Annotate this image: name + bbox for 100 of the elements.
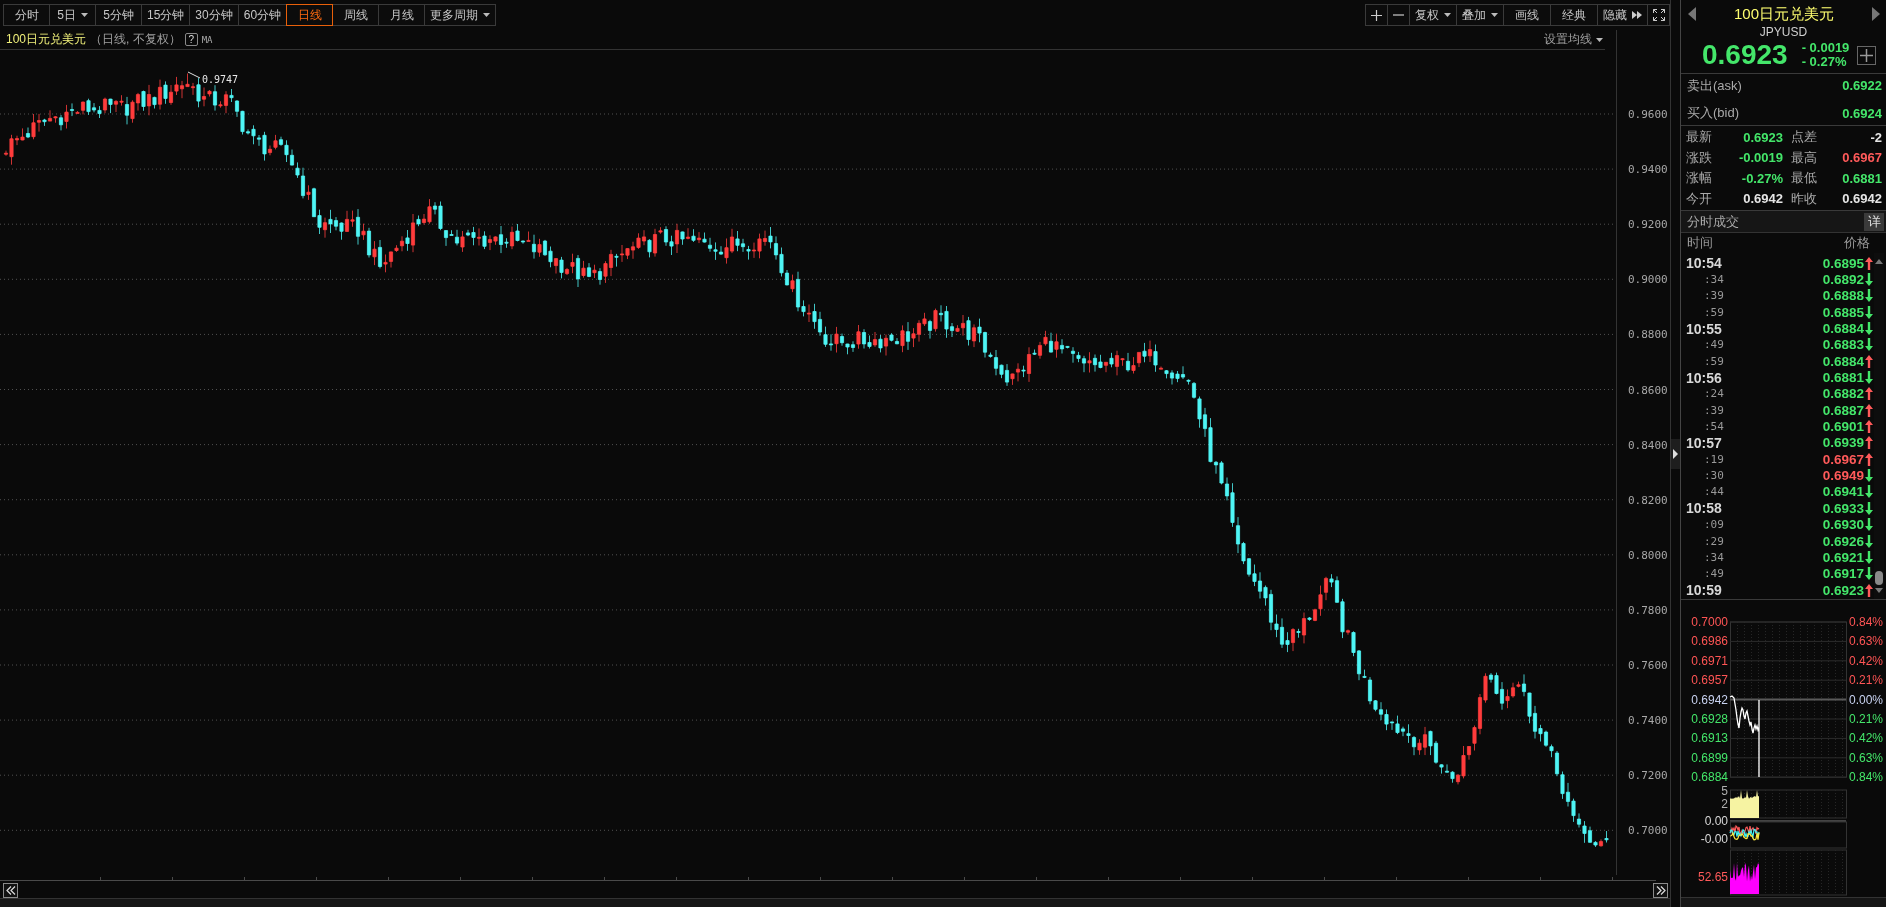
trade-time: :49	[1703, 338, 1724, 352]
zoom-in-button[interactable]	[1365, 4, 1388, 26]
y-axis-label: 0.7800	[1628, 603, 1668, 617]
trade-time: :29	[1703, 534, 1724, 548]
chart-title: 100日元兑美元	[6, 31, 87, 48]
quote-value: 0.6924	[1842, 105, 1882, 121]
y-axis-label: 0.9600	[1628, 108, 1668, 121]
percent-scale-label: 0.63%	[1849, 634, 1884, 649]
help-button[interactable]: ?	[184, 33, 198, 46]
volume-area	[1730, 790, 1759, 818]
stat-label: 最高	[1790, 148, 1818, 167]
stat-value: 0.6942	[1841, 191, 1882, 207]
price-scale-label: 0.6957	[1691, 673, 1728, 688]
percent-scale-label: 0.21%	[1849, 712, 1884, 726]
price-scale-label: 0.7000	[1691, 615, 1728, 629]
scroll-right-button[interactable]	[1653, 882, 1668, 898]
plus-icon	[1860, 48, 1874, 62]
trade-time: :44	[1703, 485, 1724, 499]
stat-label: 涨幅	[1686, 169, 1713, 188]
toolbar-button[interactable]: 画线	[1503, 4, 1551, 26]
trade-price: 0.6884	[1822, 353, 1864, 369]
period-tab[interactable]: 分时	[3, 4, 50, 26]
period-tab[interactable]: 月线	[378, 4, 426, 26]
caret-icon	[1491, 13, 1498, 17]
double-triangle-icon	[1632, 11, 1642, 19]
toolbar-button[interactable]: 经典	[1550, 4, 1598, 26]
fullscreen-button[interactable]	[1647, 4, 1670, 26]
stat-value: 0.6967	[1841, 150, 1882, 166]
period-tab[interactable]: 15分钟	[141, 4, 191, 26]
price-scale-label: 0.6899	[1691, 750, 1728, 765]
period-tab[interactable]: 60分钟	[237, 4, 288, 26]
trade-price: 0.6901	[1822, 419, 1864, 435]
hide-panel-button[interactable]: 隐藏	[1597, 4, 1648, 26]
previous-button[interactable]	[1688, 7, 1696, 21]
detail-button[interactable]: 详	[1864, 212, 1884, 231]
y-axis-label: 0.7000	[1628, 824, 1668, 838]
y-axis-label: 0.8200	[1628, 493, 1668, 507]
price-scale-label: 0.6986	[1691, 634, 1728, 649]
period-tab[interactable]: 30分钟	[189, 4, 239, 26]
y-axis-label: 0.7600	[1628, 659, 1668, 672]
trade-time: :59	[1703, 354, 1724, 368]
trade-time: :34	[1703, 550, 1724, 564]
stat-value: -0.27%	[1740, 170, 1783, 186]
trade-time: :34	[1703, 273, 1724, 286]
price-change: - 0.0019	[1801, 41, 1850, 55]
trade-price: 0.6933	[1822, 500, 1864, 516]
trade-time: :19	[1703, 452, 1724, 466]
caret-icon	[1444, 13, 1451, 17]
percent-scale-label: 0.84%	[1849, 770, 1884, 785]
toolbar-menu-button[interactable]: 复权	[1409, 4, 1457, 26]
next-button[interactable]	[1872, 7, 1880, 21]
indicator-scale-label: -0.00	[1700, 832, 1728, 846]
percent-change: - 0.27%	[1801, 55, 1848, 69]
trade-time: 10:56	[1685, 369, 1722, 386]
scrollbar-thumb[interactable]	[1875, 571, 1883, 585]
price-scale-label: 0.6971	[1691, 653, 1728, 668]
trade-price: 0.6926	[1822, 533, 1864, 549]
trade-time: :39	[1703, 403, 1724, 417]
trade-price: 0.6930	[1822, 517, 1864, 533]
panel-collapse-button[interactable]	[1671, 438, 1680, 469]
trade-time: 10:58	[1685, 500, 1722, 517]
trade-price: 0.6949	[1822, 468, 1864, 484]
minus-icon	[1393, 14, 1404, 16]
zoom-out-button[interactable]	[1387, 4, 1410, 26]
period-tab[interactable]: 日线	[286, 4, 334, 26]
period-tab[interactable]: 5日	[49, 4, 96, 26]
ma-settings-button[interactable]: 设置均线	[1542, 31, 1605, 48]
column-header: 价格	[1844, 234, 1870, 252]
double-chevron-right-icon	[1655, 885, 1666, 895]
stat-label: 最新	[1686, 128, 1713, 147]
price-scale-label: 0.6942	[1691, 692, 1728, 707]
stat-label: 点差	[1790, 128, 1818, 147]
scroll-left-button[interactable]	[3, 882, 18, 898]
period-tab[interactable]: 更多周期	[424, 4, 497, 26]
left-triangle-icon	[1688, 7, 1696, 21]
y-axis-label: 0.8600	[1628, 383, 1668, 397]
stat-value: 0.6881	[1841, 170, 1882, 186]
period-tab[interactable]: 周线	[332, 4, 380, 26]
toolbar-menu-button[interactable]: 叠加	[1456, 4, 1504, 26]
trade-time: 10:59	[1685, 582, 1722, 599]
y-axis-label: 0.7200	[1628, 769, 1668, 783]
add-watchlist-button[interactable]	[1857, 45, 1877, 65]
percent-scale-label: 0.42%	[1849, 731, 1884, 746]
price-scale-label: 0.6884	[1691, 770, 1728, 785]
volume-scale-label: 5	[1721, 784, 1728, 798]
period-tab[interactable]: 5分钟	[95, 4, 142, 26]
stat-label: 涨跌	[1686, 148, 1713, 167]
trade-price: 0.6883	[1822, 337, 1864, 353]
y-axis-label: 0.8000	[1628, 548, 1668, 562]
caret-icon	[1596, 37, 1603, 42]
right-triangle-icon	[1872, 7, 1880, 21]
max-price-label: 0.9747	[202, 74, 239, 85]
indicator-label: MA	[201, 34, 213, 45]
y-axis-label: 0.9200	[1628, 218, 1668, 232]
trade-time: :24	[1703, 387, 1724, 401]
trade-price: 0.6939	[1822, 435, 1864, 451]
trade-time: :59	[1703, 305, 1724, 319]
indicator-scale-label: 0.00	[1704, 814, 1728, 828]
percent-scale-label: 0.42%	[1849, 653, 1884, 668]
y-axis-label: 0.9000	[1628, 273, 1668, 287]
